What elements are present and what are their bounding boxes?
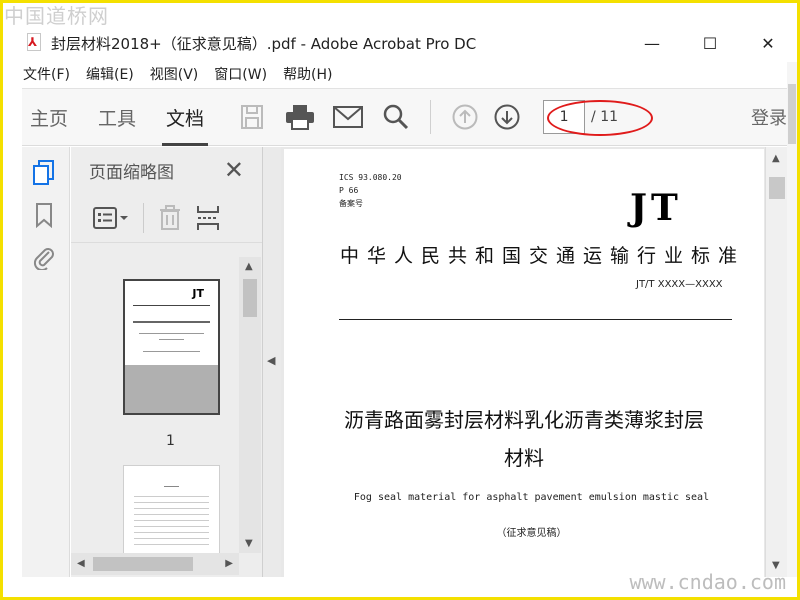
scroll-right-icon[interactable]: ▶ [225,558,233,569]
tab-tools[interactable]: 工具 [90,88,144,146]
watermark-top: 中国道桥网 [4,4,109,28]
doc-title-line-2: 材料 [504,446,544,470]
maximize-button[interactable]: ☐ [681,26,739,60]
close-panel-button[interactable]: ✕ [224,156,244,184]
document-vertical-scrollbar[interactable]: ▲ ▼ [765,147,787,577]
english-title: Fog seal material for asphalt pavement e… [353,492,710,503]
next-page-icon[interactable] [489,99,525,135]
p-code: P 66 [339,186,359,195]
doc-title-line-1: 沥青路面雾封层材料乳化沥青类薄浆封层 [344,408,704,432]
menu-window[interactable]: 窗口(W) [214,64,267,84]
acrobat-pdf-icon: ⅄ [25,33,43,53]
scroll-up-icon[interactable]: ▲ [245,261,253,272]
page-number-input[interactable]: 1 [543,100,586,134]
window-vertical-scrollbar[interactable] [787,62,797,577]
search-icon[interactable] [378,99,414,135]
watermark-bottom: www.cndao.com [629,570,786,594]
page-total: / 11 [591,109,619,125]
scroll-left-icon[interactable]: ◀ [77,558,85,569]
draft-label: （征求意见稿） [496,528,567,539]
standard-title: 中华人民共和国交通运输行业标准 [340,245,746,267]
navigation-rail [22,147,70,577]
thumbnail-list: JT 1 [71,257,239,553]
save-icon[interactable] [234,99,270,135]
print-icon[interactable] [282,99,318,135]
email-icon[interactable] [330,99,366,135]
standard-code: JT/T XXXX—XXXX [636,279,723,290]
doc-classification: ICS 93.080.20 P 66 备案号 [339,171,402,210]
record-number: 备案号 [339,199,363,208]
panel-collapse-handle[interactable]: ◀ [263,147,281,577]
tab-home[interactable]: 主页 [22,88,76,146]
page-thumbnails-icon[interactable] [28,157,60,189]
thumbnail-horizontal-scrollbar[interactable]: ◀ ▶ [71,553,239,575]
scroll-down-icon[interactable]: ▼ [245,538,253,549]
jt-logo: JT [630,187,682,229]
page-thumbnail-2[interactable] [123,465,220,553]
menu-edit[interactable]: 编辑(E) [86,64,134,84]
menu-help[interactable]: 帮助(H) [283,64,332,84]
thumbnail-panel: 页面缩略图 ✕ JT 1 ▲ ▼ ◀ ▶ [71,147,263,577]
close-button[interactable]: ✕ [739,26,797,60]
main-toolbar: 主页 工具 文档 1 / 11 登录 [22,88,797,146]
title-bar: ⅄ 封层材料2018+（征求意见稿）.pdf - Adobe Acrobat P… [3,26,797,60]
menu-view[interactable]: 视图(V) [150,64,199,84]
menu-file[interactable]: 文件(F) [23,64,70,84]
login-link[interactable]: 登录 [751,104,787,130]
header-rule [339,319,732,320]
collapse-arrow-icon: ◀ [267,354,276,367]
bookmark-icon[interactable] [28,199,60,231]
ics-code: ICS 93.080.20 [339,173,402,182]
window-title: 封层材料2018+（征求意见稿）.pdf - Adobe Acrobat Pro… [51,34,477,53]
delete-page-icon[interactable] [158,204,182,231]
tab-document[interactable]: 文档 [158,88,212,146]
document-viewer: ICS 93.080.20 P 66 备案号 JT 中华人民共和国交通运输行业标… [281,147,765,577]
thumbnail-page-number: 1 [166,433,175,449]
previous-page-icon[interactable] [447,99,483,135]
page-thumbnail-1[interactable]: JT [123,279,220,415]
toolbar-separator [430,100,432,134]
thumbnail-vertical-scrollbar[interactable]: ▲ ▼ [239,257,261,553]
thumbnail-panel-title: 页面缩略图 [89,162,174,183]
options-menu-icon[interactable] [93,206,129,229]
doc-scroll-up-icon[interactable]: ▲ [772,153,780,164]
minimize-button[interactable]: — [623,26,681,60]
document-page: ICS 93.080.20 P 66 备案号 JT 中华人民共和国交通运输行业标… [284,149,764,577]
extract-pages-icon[interactable] [196,204,220,232]
attachment-icon[interactable] [28,241,60,273]
menu-bar: 文件(F) 编辑(E) 视图(V) 窗口(W) 帮助(H) [3,62,797,86]
